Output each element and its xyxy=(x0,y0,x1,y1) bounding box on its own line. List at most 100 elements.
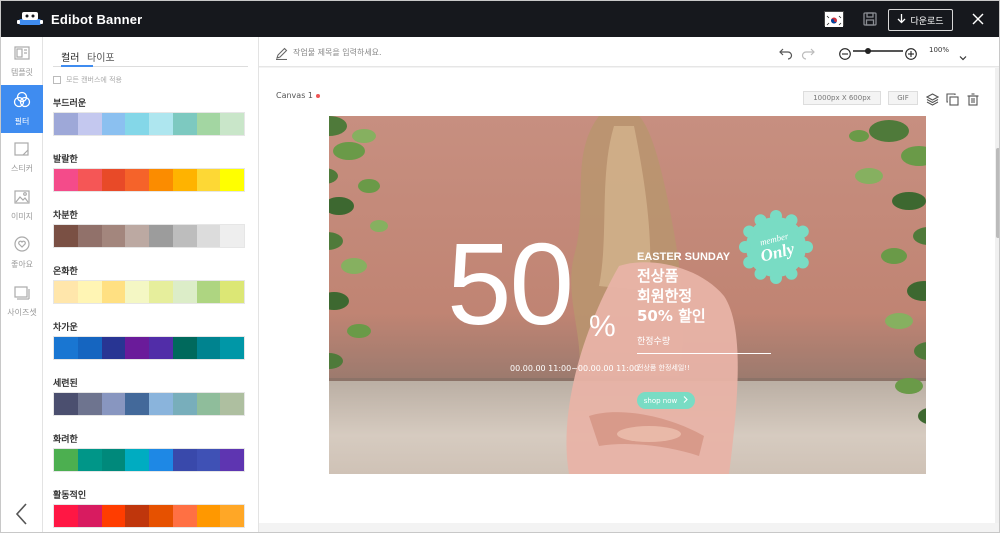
sale-note[interactable]: 전상품 한정세일!! xyxy=(637,363,690,373)
vertical-scrollbar[interactable] xyxy=(995,68,999,523)
palette-active[interactable] xyxy=(53,504,245,528)
color-swatch[interactable] xyxy=(220,169,244,191)
color-swatch[interactable] xyxy=(77,225,102,247)
color-swatch[interactable] xyxy=(149,393,173,415)
color-swatch[interactable] xyxy=(196,505,221,527)
tab-typo[interactable]: 타이포 xyxy=(87,49,115,64)
color-swatch[interactable] xyxy=(54,169,78,191)
banner-canvas[interactable]: 50 % 00.00.00 11:00~00.00.00 11:00 EASTE… xyxy=(329,116,926,474)
collapse-chevron-left-icon[interactable] xyxy=(12,500,32,528)
rail-item-image[interactable]: 이미지 xyxy=(1,181,43,229)
color-swatch[interactable] xyxy=(149,337,173,359)
color-swatch[interactable] xyxy=(196,225,221,247)
color-swatch[interactable] xyxy=(77,113,102,135)
discount-number[interactable]: 50 xyxy=(447,226,574,342)
color-swatch[interactable] xyxy=(54,113,78,135)
color-swatch[interactable] xyxy=(196,337,221,359)
trash-icon[interactable] xyxy=(967,91,979,106)
color-swatch[interactable] xyxy=(149,169,173,191)
color-swatch[interactable] xyxy=(149,113,173,135)
language-flag-icon[interactable] xyxy=(824,11,844,27)
close-icon[interactable] xyxy=(969,10,987,28)
color-swatch[interactable] xyxy=(149,225,173,247)
color-swatch[interactable] xyxy=(172,505,197,527)
color-swatch[interactable] xyxy=(172,393,197,415)
color-swatch[interactable] xyxy=(149,505,173,527)
save-icon[interactable] xyxy=(861,10,879,28)
color-swatch[interactable] xyxy=(77,281,102,303)
duplicate-icon[interactable] xyxy=(946,91,959,106)
color-swatch[interactable] xyxy=(196,169,221,191)
color-swatch[interactable] xyxy=(125,449,149,471)
color-swatch[interactable] xyxy=(172,169,197,191)
sale-headline[interactable]: 전상품 회원한정 50% 할인 xyxy=(637,266,706,326)
color-swatch[interactable] xyxy=(220,393,244,415)
zoom-out-icon[interactable] xyxy=(839,45,851,60)
color-swatch[interactable] xyxy=(101,225,126,247)
shop-now-button[interactable]: shop now xyxy=(637,392,695,409)
color-swatch[interactable] xyxy=(125,505,149,527)
color-swatch[interactable] xyxy=(125,337,149,359)
rail-item-like[interactable]: 좋아요 xyxy=(1,229,43,277)
tab-color[interactable]: 컬러 xyxy=(61,49,79,64)
zoom-slider-knob[interactable] xyxy=(865,48,871,54)
color-swatch[interactable] xyxy=(125,393,149,415)
redo-icon[interactable] xyxy=(801,45,815,60)
color-swatch[interactable] xyxy=(220,337,244,359)
palette-mild[interactable] xyxy=(53,280,245,304)
palette-calm[interactable] xyxy=(53,224,245,248)
color-swatch[interactable] xyxy=(101,393,126,415)
color-swatch[interactable] xyxy=(54,225,78,247)
color-swatch[interactable] xyxy=(54,505,78,527)
color-swatch[interactable] xyxy=(220,449,244,471)
color-swatch[interactable] xyxy=(77,337,102,359)
color-swatch[interactable] xyxy=(172,281,197,303)
layers-icon[interactable] xyxy=(925,91,940,106)
color-swatch[interactable] xyxy=(172,113,197,135)
canvas-size-badge[interactable]: 1000px X 600px xyxy=(803,91,881,105)
color-swatch[interactable] xyxy=(196,113,221,135)
color-swatch[interactable] xyxy=(172,225,197,247)
color-swatch[interactable] xyxy=(101,505,126,527)
download-button[interactable]: 다운로드 xyxy=(888,9,953,31)
color-swatch[interactable] xyxy=(77,505,102,527)
apply-all-checkbox[interactable] xyxy=(53,76,61,84)
easter-heading[interactable]: EASTER SUNDAY xyxy=(637,251,730,263)
color-swatch[interactable] xyxy=(125,113,149,135)
date-range[interactable]: 00.00.00 11:00~00.00.00 11:00 xyxy=(510,364,639,373)
color-swatch[interactable] xyxy=(149,281,173,303)
rail-item-filter[interactable]: 필터 xyxy=(1,85,43,133)
color-swatch[interactable] xyxy=(149,449,173,471)
color-swatch[interactable] xyxy=(125,169,149,191)
color-swatch[interactable] xyxy=(220,505,244,527)
color-swatch[interactable] xyxy=(101,449,126,471)
color-swatch[interactable] xyxy=(54,393,78,415)
color-swatch[interactable] xyxy=(172,337,197,359)
color-swatch[interactable] xyxy=(54,281,78,303)
color-swatch[interactable] xyxy=(220,281,244,303)
palette-soft[interactable] xyxy=(53,112,245,136)
rail-item-template[interactable]: 템플릿 xyxy=(1,37,43,85)
limited-quantity[interactable]: 한정수량 xyxy=(637,334,670,347)
scrollbar-thumb[interactable] xyxy=(996,148,999,238)
zoom-slider[interactable] xyxy=(853,48,903,54)
color-swatch[interactable] xyxy=(77,169,102,191)
color-swatch[interactable] xyxy=(77,393,102,415)
color-swatch[interactable] xyxy=(54,449,78,471)
palette-cool[interactable] xyxy=(53,336,245,360)
zoom-dropdown-chevron-icon[interactable] xyxy=(959,47,967,61)
palette-refined[interactable] xyxy=(53,392,245,416)
color-swatch[interactable] xyxy=(101,281,126,303)
palette-vivid[interactable] xyxy=(53,448,245,472)
color-swatch[interactable] xyxy=(101,113,126,135)
color-swatch[interactable] xyxy=(125,225,149,247)
color-swatch[interactable] xyxy=(101,169,126,191)
color-swatch[interactable] xyxy=(196,449,221,471)
rail-item-sticker[interactable]: 스티커 xyxy=(1,133,43,181)
project-title-input[interactable] xyxy=(293,45,593,59)
percent-sign[interactable]: % xyxy=(589,312,616,342)
rail-item-size-set[interactable]: 사이즈셋 xyxy=(1,277,43,325)
zoom-in-icon[interactable] xyxy=(905,45,917,60)
gif-button[interactable]: GIF xyxy=(888,91,918,105)
palette-lively[interactable] xyxy=(53,168,245,192)
